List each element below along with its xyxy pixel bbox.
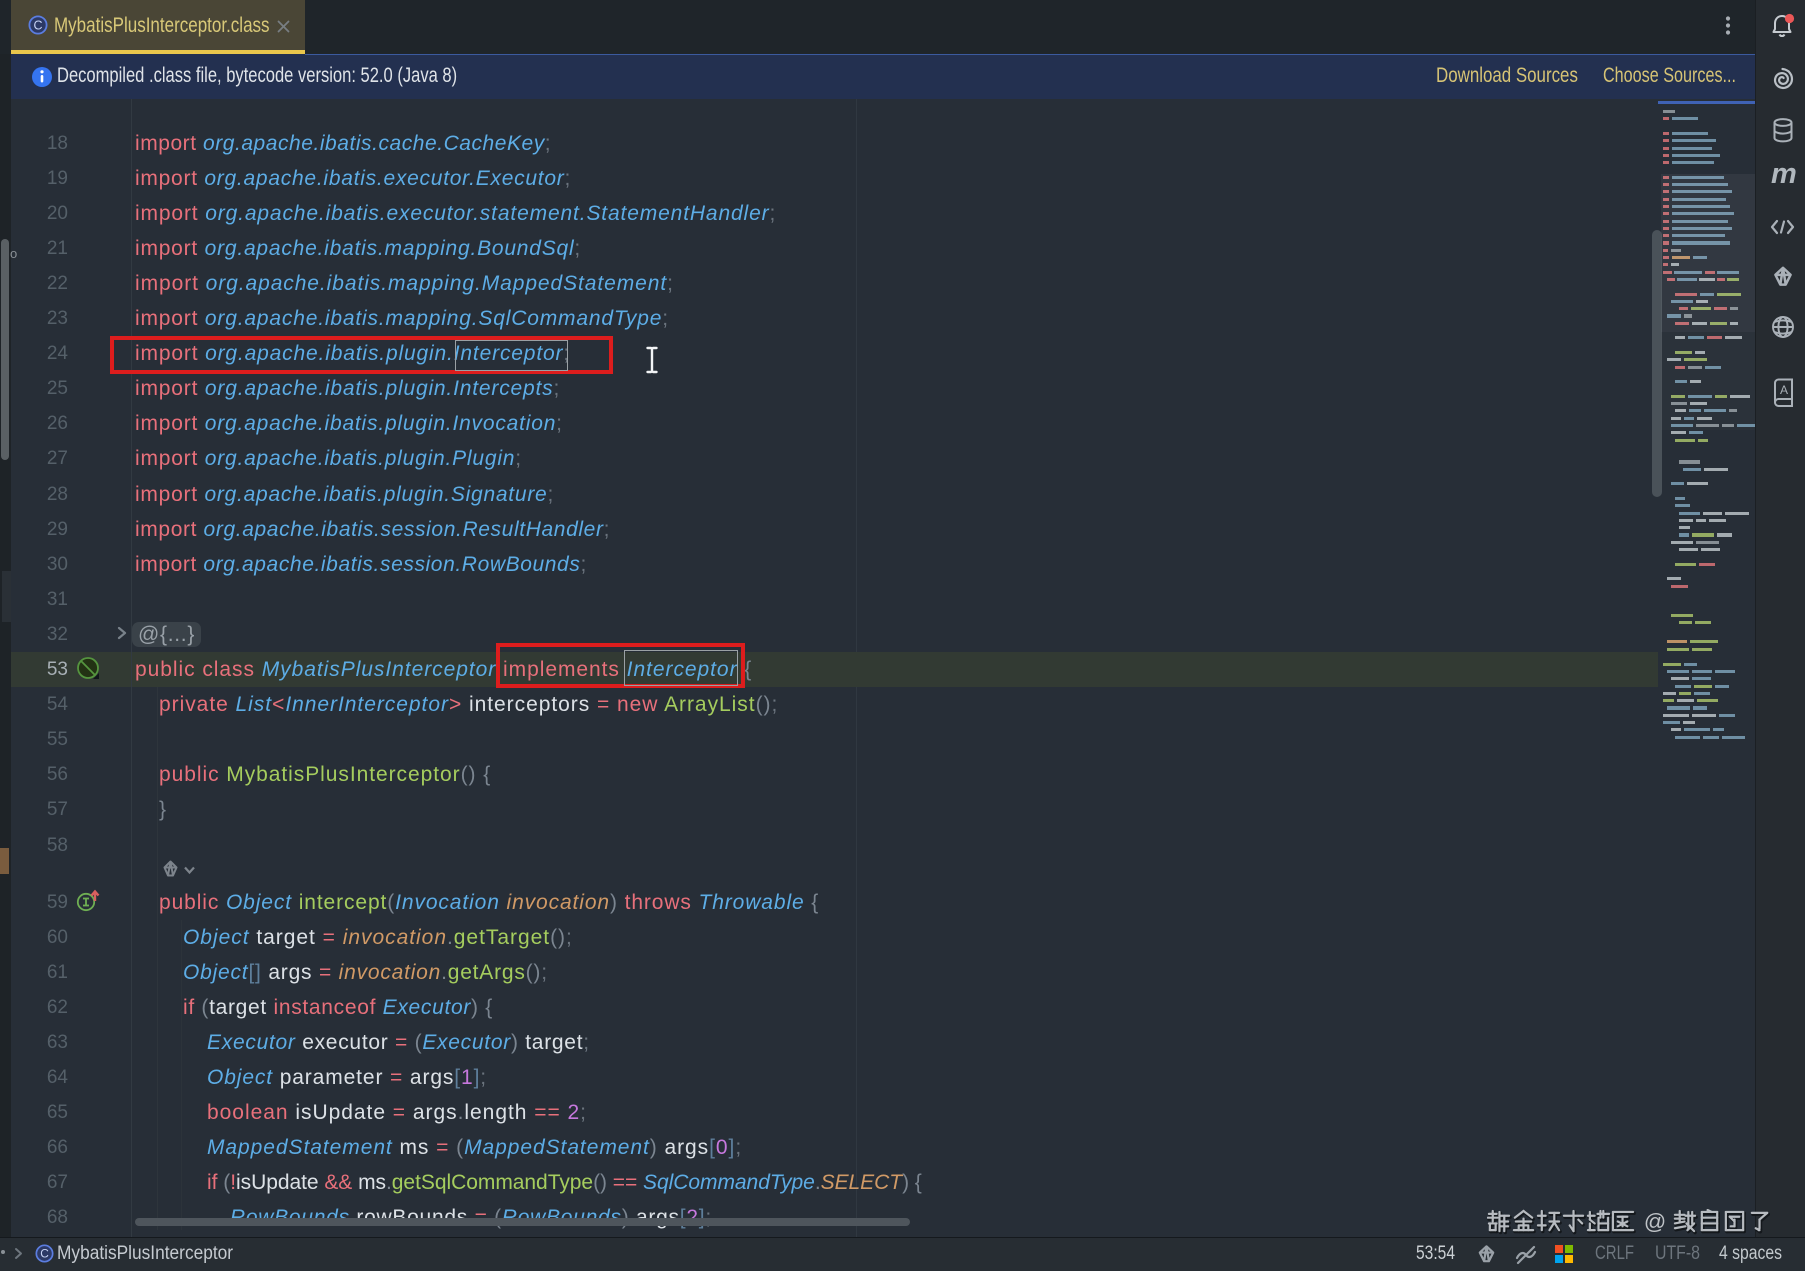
svg-text:A: A: [1780, 383, 1788, 397]
svg-text:C: C: [33, 18, 42, 32]
svg-text:C: C: [40, 1247, 49, 1261]
svg-text:@: @: [1644, 1209, 1666, 1234]
